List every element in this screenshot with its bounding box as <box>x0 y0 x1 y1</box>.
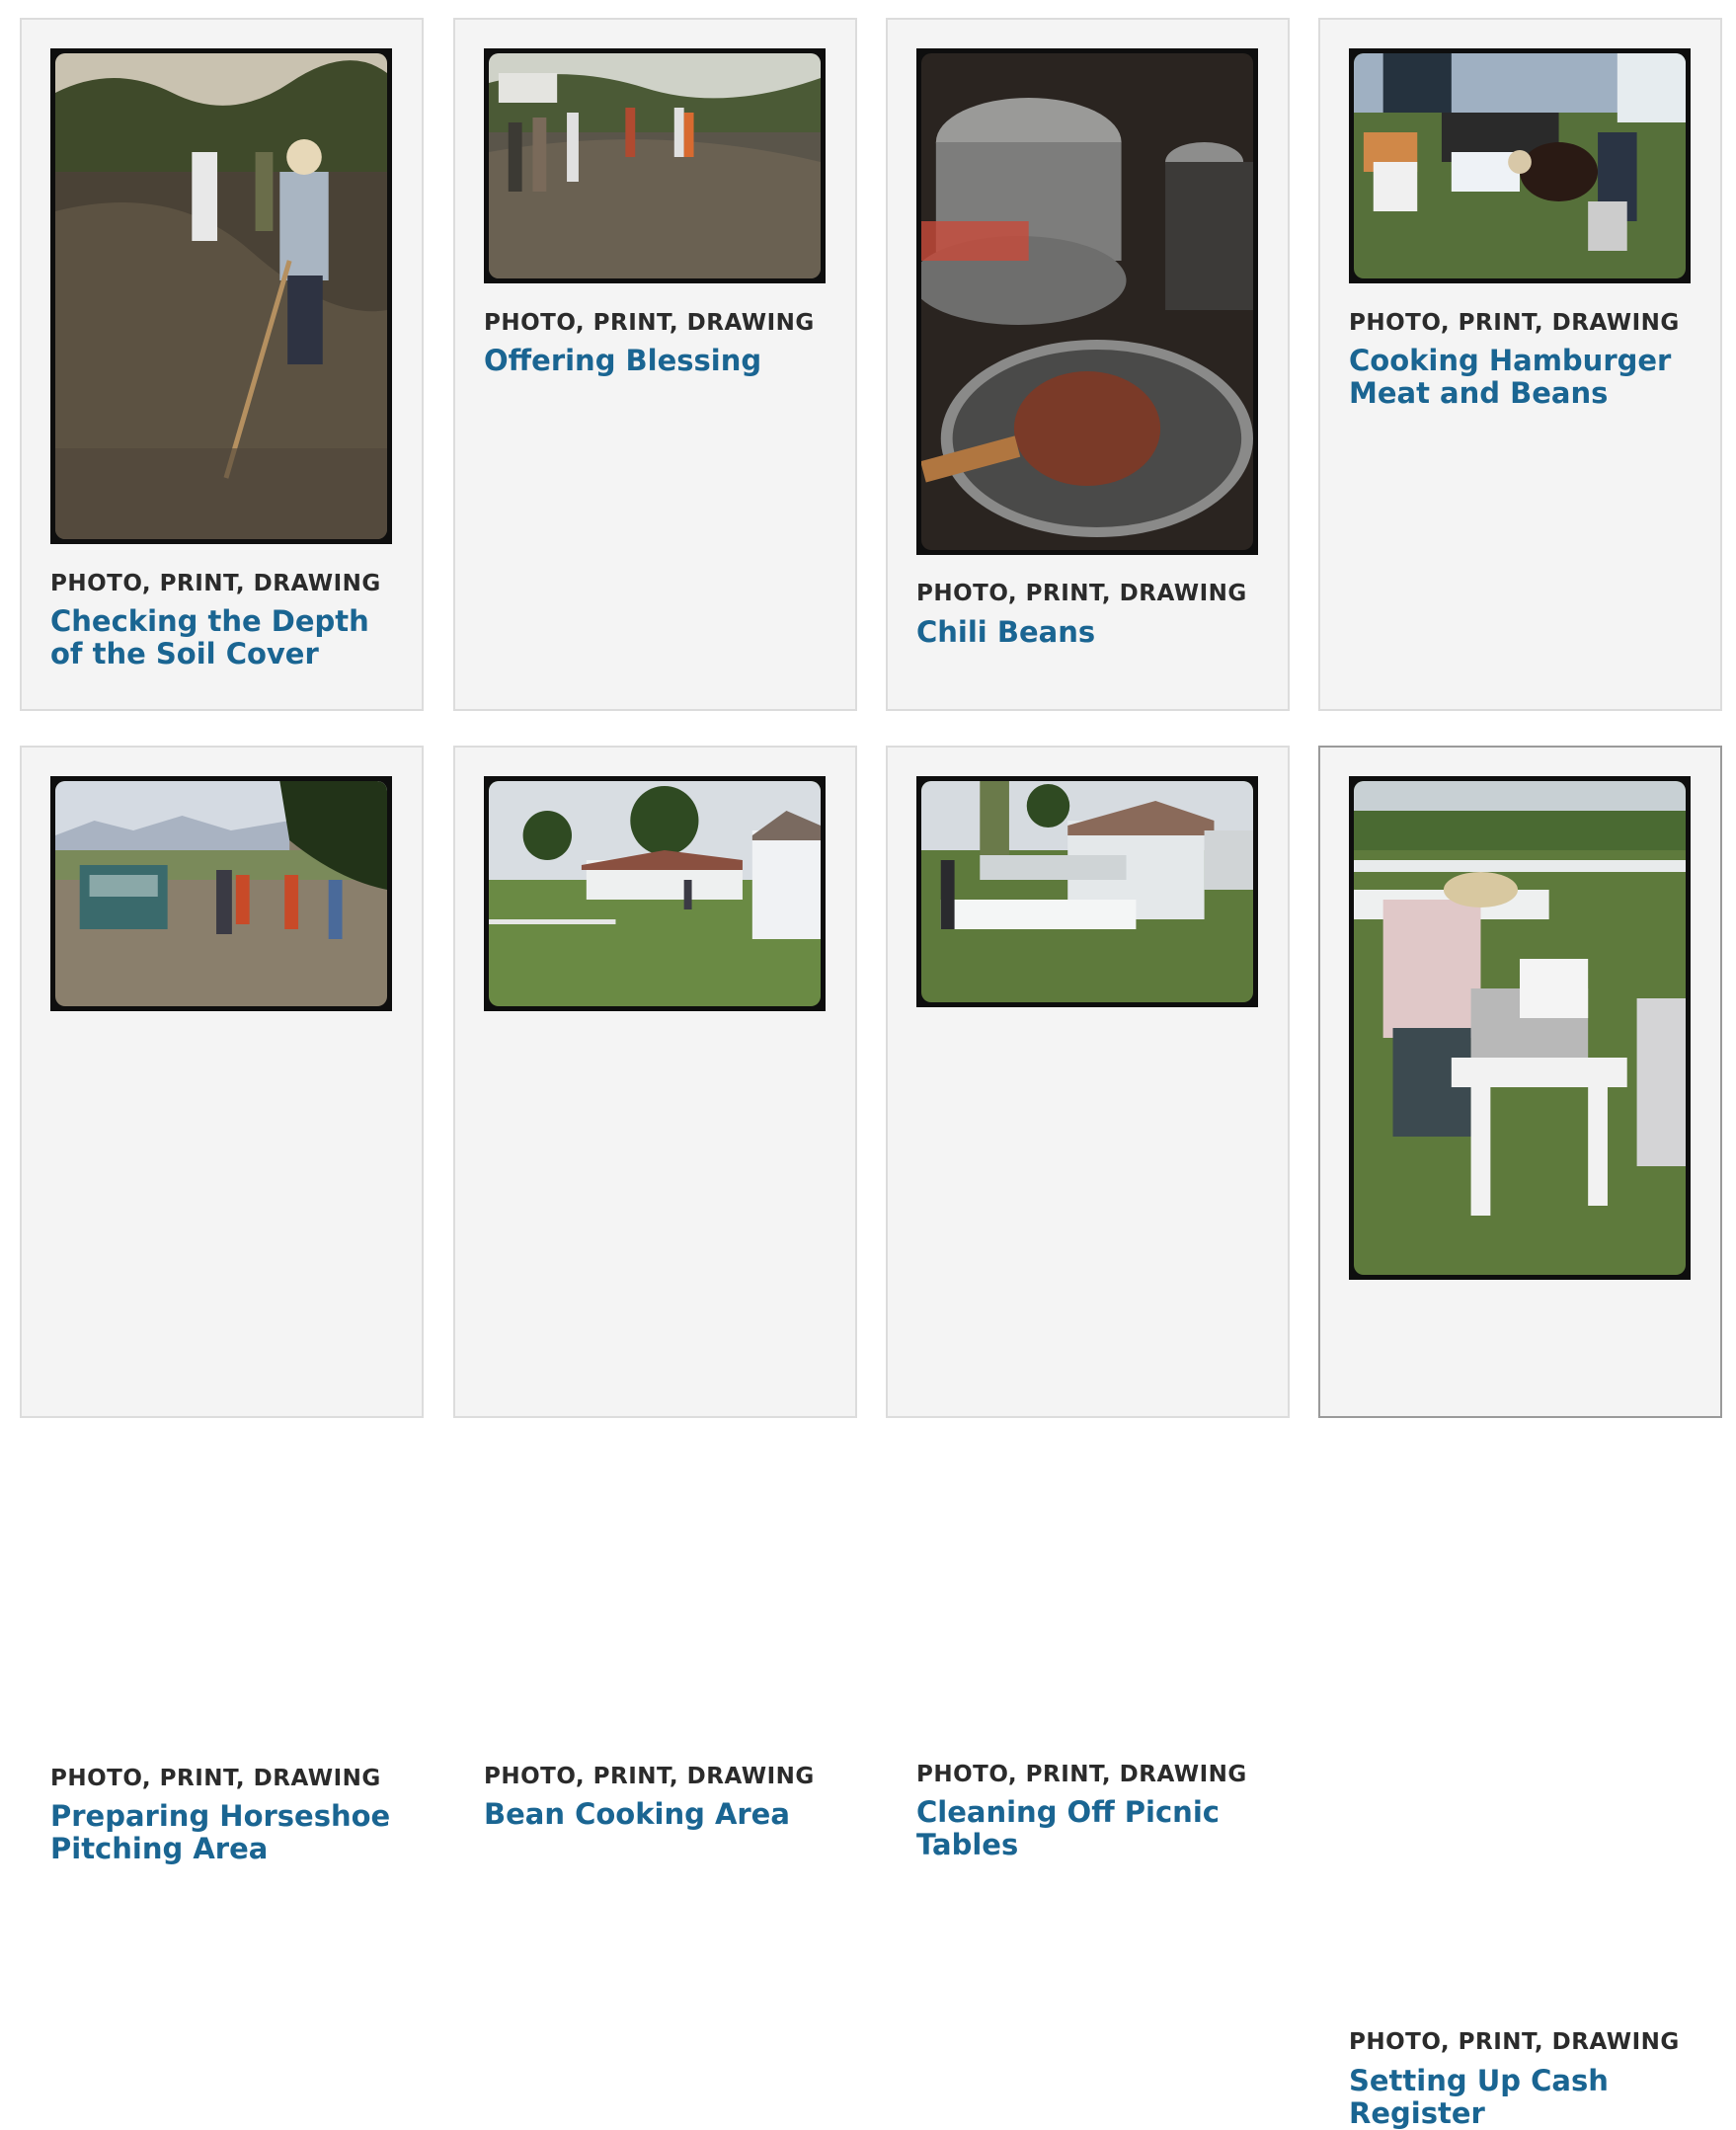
photo-image <box>489 781 821 1006</box>
media-type-label: PHOTO, PRINT, DRAWING <box>484 310 815 336</box>
result-title-link[interactable]: Cooking Hamburger Meat and Beans <box>1349 345 1699 410</box>
result-card[interactable]: PHOTO, PRINT, DRAWING Chili Beans <box>886 18 1290 711</box>
photo-image <box>1354 781 1686 1275</box>
media-type-label: PHOTO, PRINT, DRAWING <box>50 1766 381 1791</box>
result-title-link[interactable]: Setting Up Cash Register <box>1349 2065 1699 2130</box>
result-card[interactable]: PHOTO, PRINT, DRAWING Bean Cooking Area <box>453 746 857 1831</box>
result-title-link[interactable]: Preparing Horseshoe Pitching Area <box>50 1800 401 1865</box>
photo-thumbnail[interactable] <box>1349 48 1691 283</box>
photo-image <box>1354 53 1686 278</box>
photo-thumbnail[interactable] <box>484 48 826 283</box>
result-card[interactable]: PHOTO, PRINT, DRAWING Checking the Depth… <box>20 18 424 711</box>
media-type-label: PHOTO, PRINT, DRAWING <box>916 1762 1247 1787</box>
result-card[interactable]: PHOTO, PRINT, DRAWING Setting Up Cash Re… <box>1318 746 1722 2130</box>
media-type-label: PHOTO, PRINT, DRAWING <box>50 571 381 596</box>
photo-thumbnail[interactable] <box>484 776 826 1011</box>
photo-thumbnail[interactable] <box>916 776 1258 1007</box>
photo-thumbnail[interactable] <box>50 776 392 1011</box>
photo-image <box>489 53 821 278</box>
photo-image <box>921 53 1253 550</box>
photo-image <box>921 781 1253 1002</box>
result-title-link[interactable]: Chili Beans <box>916 616 1267 649</box>
photo-thumbnail[interactable] <box>50 48 392 544</box>
photo-thumbnail[interactable] <box>1349 776 1691 1280</box>
result-title-link[interactable]: Offering Blessing <box>484 345 834 377</box>
result-card[interactable]: PHOTO, PRINT, DRAWING Offering Blessing <box>453 18 857 711</box>
media-type-label: PHOTO, PRINT, DRAWING <box>484 1764 815 1789</box>
photo-image <box>55 53 387 539</box>
result-title-link[interactable]: Cleaning Off Picnic Tables <box>916 1796 1267 1861</box>
photo-thumbnail[interactable] <box>916 48 1258 555</box>
result-title-link[interactable]: Checking the Depth of the Soil Cover <box>50 605 401 671</box>
result-title-link[interactable]: Bean Cooking Area <box>484 1798 834 1831</box>
media-type-label: PHOTO, PRINT, DRAWING <box>1349 310 1680 336</box>
result-card[interactable]: PHOTO, PRINT, DRAWING Preparing Horsesho… <box>20 746 424 1865</box>
media-type-label: PHOTO, PRINT, DRAWING <box>916 581 1247 606</box>
result-card[interactable]: PHOTO, PRINT, DRAWING Cooking Hamburger … <box>1318 18 1722 711</box>
photo-image <box>55 781 387 1006</box>
result-card[interactable]: PHOTO, PRINT, DRAWING Cleaning Off Picni… <box>886 746 1290 1861</box>
media-type-label: PHOTO, PRINT, DRAWING <box>1349 2029 1680 2055</box>
